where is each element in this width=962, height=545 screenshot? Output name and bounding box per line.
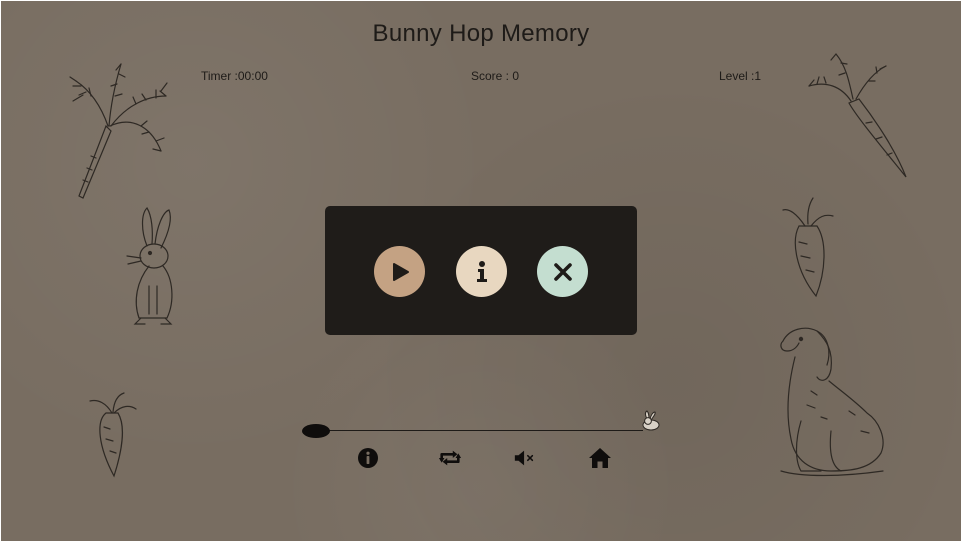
bunny-goal-icon xyxy=(642,410,660,431)
home-button[interactable] xyxy=(588,446,612,470)
menu-overlay xyxy=(325,206,637,335)
play-button[interactable] xyxy=(374,246,425,297)
play-icon xyxy=(392,262,409,281)
info-circle-icon xyxy=(358,448,378,468)
rabbit-illustration xyxy=(126,207,173,325)
progress-track xyxy=(316,430,643,431)
game-stage: Bunny Hop Memory Timer :00:00 Score : 0 … xyxy=(1,1,961,541)
mute-button[interactable] xyxy=(513,446,537,470)
mute-icon xyxy=(514,450,534,466)
carrot-bunch-illustration xyxy=(69,63,168,199)
info-button[interactable] xyxy=(456,246,507,297)
game-title: Bunny Hop Memory xyxy=(372,20,590,47)
small-carrot-right-illustration xyxy=(782,197,834,298)
restart-button[interactable] xyxy=(438,446,462,470)
carrot-right-illustration xyxy=(808,53,907,178)
close-icon xyxy=(553,262,572,281)
info-icon xyxy=(476,260,487,282)
dog-illustration xyxy=(780,327,884,477)
score-label: Score : 0 xyxy=(471,69,520,83)
repeat-icon xyxy=(438,450,462,466)
home-icon xyxy=(589,448,611,468)
timer-label: Timer :00:00 xyxy=(201,69,268,83)
level-label: Level :1 xyxy=(719,69,762,83)
progress-marker xyxy=(302,424,330,438)
small-carrot-left-illustration xyxy=(89,392,137,478)
toolbar-info-button[interactable] xyxy=(356,446,380,470)
close-button[interactable] xyxy=(537,246,588,297)
